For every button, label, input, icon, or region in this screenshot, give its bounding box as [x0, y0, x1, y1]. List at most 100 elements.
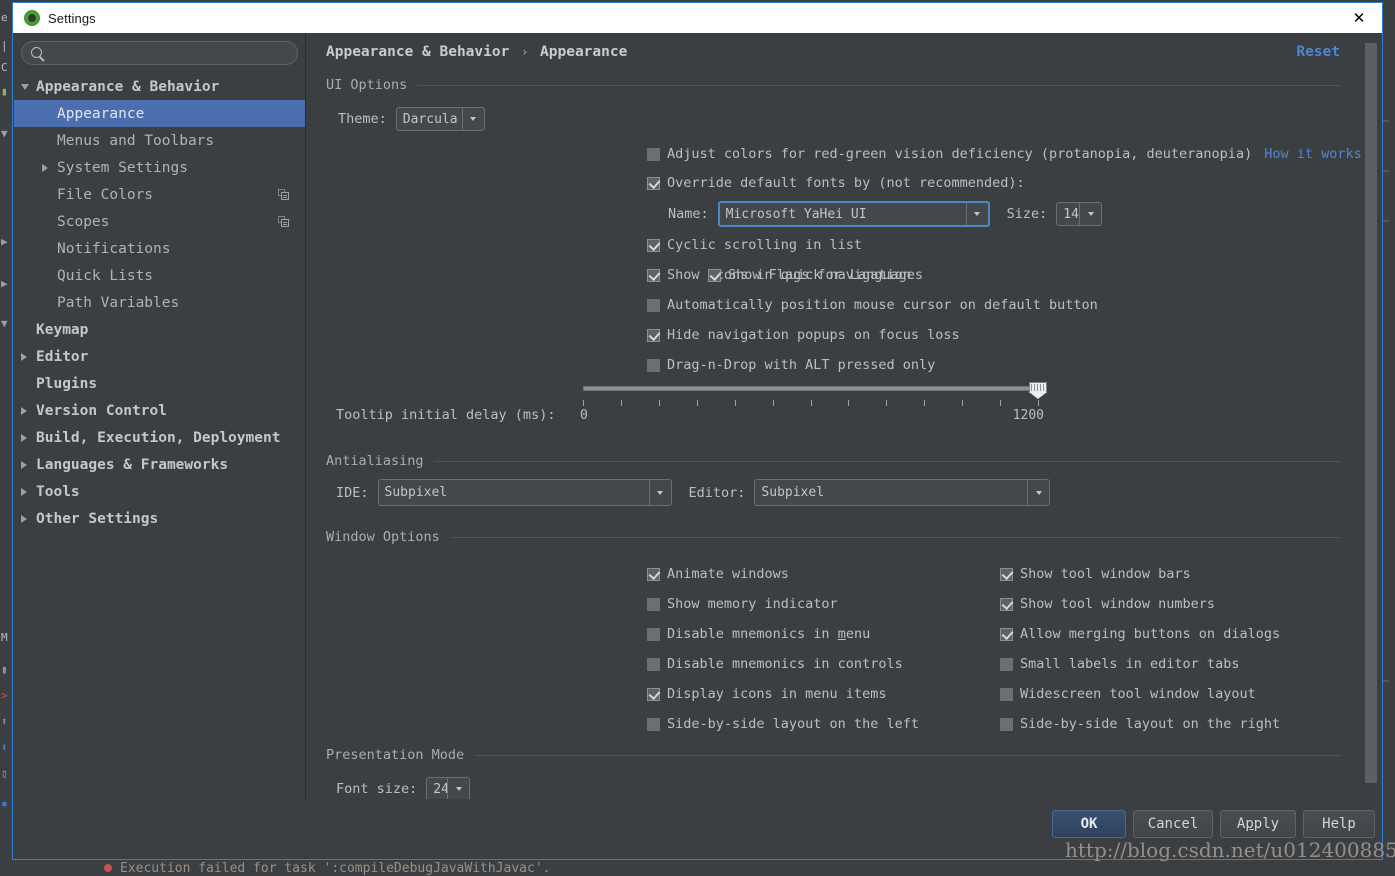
chevron-right-icon[interactable]	[21, 488, 27, 496]
chevron-right-icon[interactable]	[21, 515, 27, 523]
search-input[interactable]	[49, 44, 289, 64]
slider-tick	[1038, 400, 1039, 406]
checkbox-adjust-colors[interactable]: Adjust colors for red-green vision defic…	[647, 146, 1252, 162]
chevron-down-icon[interactable]	[966, 203, 988, 225]
slider-track[interactable]	[583, 386, 1038, 391]
checkbox-show-tool-window-numbers[interactable]: Show tool window numbers	[1000, 589, 1280, 619]
checkbox-display-icons-in-menu-items[interactable]: Display icons in menu items	[647, 679, 919, 709]
checkbox-widescreen-tool-window-layout[interactable]: Widescreen tool window layout	[1000, 679, 1280, 709]
checkbox-label: Allow merging buttons on dialogs	[1020, 626, 1280, 642]
slider-thumb[interactable]	[1029, 382, 1047, 400]
checkbox-side-by-side-layout-on-the-left[interactable]: Side-by-side layout on the left	[647, 709, 919, 739]
font-name-select[interactable]: Microsoft YaHei UI	[718, 201, 990, 227]
checkbox-show-tool-window-bars[interactable]: Show tool window bars	[1000, 559, 1280, 589]
theme-select[interactable]: Darcula	[396, 107, 485, 131]
slider-max-label: 1200	[1013, 408, 1044, 423]
sidebar-search[interactable]	[21, 41, 298, 65]
content-scrollbar[interactable]	[1365, 35, 1377, 797]
copy-icon[interactable]	[278, 216, 289, 227]
copy-icon[interactable]	[278, 189, 289, 200]
apply-button[interactable]: Apply	[1220, 810, 1296, 838]
checkbox-box	[647, 568, 660, 581]
checkbox-small-labels-in-editor-tabs[interactable]: Small labels in editor tabs	[1000, 649, 1280, 679]
chevron-right-icon[interactable]	[21, 353, 27, 361]
checkbox-cyclic-scrolling-in-list[interactable]: Cyclic scrolling in list	[647, 237, 862, 253]
chevron-down-icon[interactable]	[649, 480, 671, 505]
sidebar-item-tools[interactable]: Tools	[14, 478, 305, 505]
checkbox-label: Small labels in editor tabs	[1020, 656, 1239, 672]
checkbox-side-by-side-layout-on-the-right[interactable]: Side-by-side layout on the right	[1000, 709, 1280, 739]
font-name-row: Name: Microsoft YaHei UI Size: 14	[668, 201, 1102, 227]
slider-tick	[924, 400, 925, 406]
sidebar-item-menus-and-toolbars[interactable]: Menus and Toolbars	[14, 127, 305, 154]
chevron-right-icon[interactable]	[21, 461, 27, 469]
presentation-font-size-select[interactable]: 24	[426, 777, 470, 799]
checkbox-box	[647, 359, 660, 372]
how-it-works-link[interactable]: How it works	[1264, 146, 1362, 162]
checkbox-drag-n-drop-with-alt[interactable]: Drag-n-Drop with ALT pressed only	[647, 357, 935, 373]
sidebar-item-keymap[interactable]: Keymap	[14, 316, 305, 343]
sidebar-item-other-settings[interactable]: Other Settings	[14, 505, 305, 532]
slider-tick	[886, 400, 887, 406]
editor-antialiasing-select[interactable]: Subpixel	[754, 479, 1050, 506]
checkbox-show-memory-indicator[interactable]: Show memory indicator	[647, 589, 919, 619]
android-studio-icon	[24, 10, 40, 26]
chevron-down-icon[interactable]	[1027, 480, 1049, 505]
sidebar-item-plugins[interactable]: Plugins	[14, 370, 305, 397]
checkbox-label: Drag-n-Drop with ALT pressed only	[667, 357, 935, 373]
ok-button[interactable]: OK	[1052, 810, 1126, 838]
close-icon[interactable]: ✕	[1336, 3, 1382, 33]
checkbox-box	[647, 177, 660, 190]
ide-antialiasing-select[interactable]: Subpixel	[378, 479, 672, 506]
checkbox-allow-merging-buttons-on-dialogs[interactable]: Allow merging buttons on dialogs	[1000, 619, 1280, 649]
sidebar-item-appearance[interactable]: Appearance	[14, 100, 305, 127]
sidebar-item-editor[interactable]: Editor	[14, 343, 305, 370]
sidebar-item-languages-frameworks[interactable]: Languages & Frameworks	[14, 451, 305, 478]
sidebar-item-path-variables[interactable]: Path Variables	[14, 289, 305, 316]
help-button[interactable]: Help	[1303, 810, 1375, 838]
checkbox-hide-navigation-popups[interactable]: Hide navigation popups on focus loss	[647, 327, 960, 343]
cancel-button[interactable]: Cancel	[1133, 810, 1213, 838]
reset-link[interactable]: Reset	[1296, 44, 1340, 60]
glyph-caret-2: ▶	[1, 236, 8, 247]
checkbox-animate-windows[interactable]: Animate windows	[647, 559, 919, 589]
glyph-square: ▯	[1, 768, 8, 779]
checkbox-automatically-position-mouse-cursor[interactable]: Automatically position mouse cursor on d…	[647, 297, 1098, 313]
sidebar-item-file-colors[interactable]: File Colors	[14, 181, 305, 208]
sidebar-item-label: System Settings	[57, 160, 188, 176]
group-title-ui-options: UI Options	[326, 77, 1340, 93]
sidebar-item-label: Languages & Frameworks	[36, 457, 228, 473]
chevron-down-icon[interactable]	[462, 108, 484, 130]
checkbox-disable-mnemonics-in-controls[interactable]: Disable mnemonics in controls	[647, 649, 919, 679]
chevron-down-icon[interactable]	[21, 84, 29, 90]
sidebar-item-system-settings[interactable]: System Settings	[14, 154, 305, 181]
sidebar-item-notifications[interactable]: Notifications	[14, 235, 305, 262]
checkbox-disable-mnemonics-in-menu[interactable]: Disable mnemonics in menu	[647, 619, 919, 649]
tooltip-delay-slider[interactable]: 0 1200	[583, 386, 1038, 431]
sidebar-item-version-control[interactable]: Version Control	[14, 397, 305, 424]
sidebar-item-quick-lists[interactable]: Quick Lists	[14, 262, 305, 289]
checkbox-box	[647, 148, 660, 161]
breadcrumb-root[interactable]: Appearance & Behavior	[326, 44, 509, 60]
chevron-right-icon[interactable]	[21, 407, 27, 415]
glyph-red: >	[1, 690, 8, 701]
checkbox-show-flags-for-languages[interactable]: Show Flags for Languages	[708, 267, 923, 283]
glyph-caret-3: ▶	[1, 278, 8, 289]
chevron-down-icon[interactable]	[447, 778, 469, 799]
settings-tree[interactable]: Appearance & Behavior Appearance Menus and…	[14, 73, 305, 859]
chevron-right-icon[interactable]	[21, 434, 27, 442]
checkbox-label: Widescreen tool window layout	[1020, 686, 1256, 702]
sidebar-item-appearance-behavior[interactable]: Appearance & Behavior	[14, 73, 305, 100]
checkbox-label: Display icons in menu items	[667, 686, 886, 702]
chevron-right-icon[interactable]	[42, 164, 48, 172]
sidebar-item-label: Version Control	[36, 403, 167, 419]
sidebar-item-build-execution-deployment[interactable]: Build, Execution, Deployment	[14, 424, 305, 451]
sidebar-item-scopes[interactable]: Scopes	[14, 208, 305, 235]
checkbox-box	[647, 269, 660, 282]
chevron-down-icon[interactable]	[1079, 203, 1101, 225]
font-size-select[interactable]: 14	[1056, 202, 1102, 226]
checkbox-override-fonts[interactable]: Override default fonts by (not recommend…	[647, 175, 1025, 191]
checkbox-box	[1000, 658, 1013, 671]
scrollbar-thumb[interactable]	[1365, 43, 1377, 783]
sidebar-item-label: Appearance	[57, 106, 144, 122]
